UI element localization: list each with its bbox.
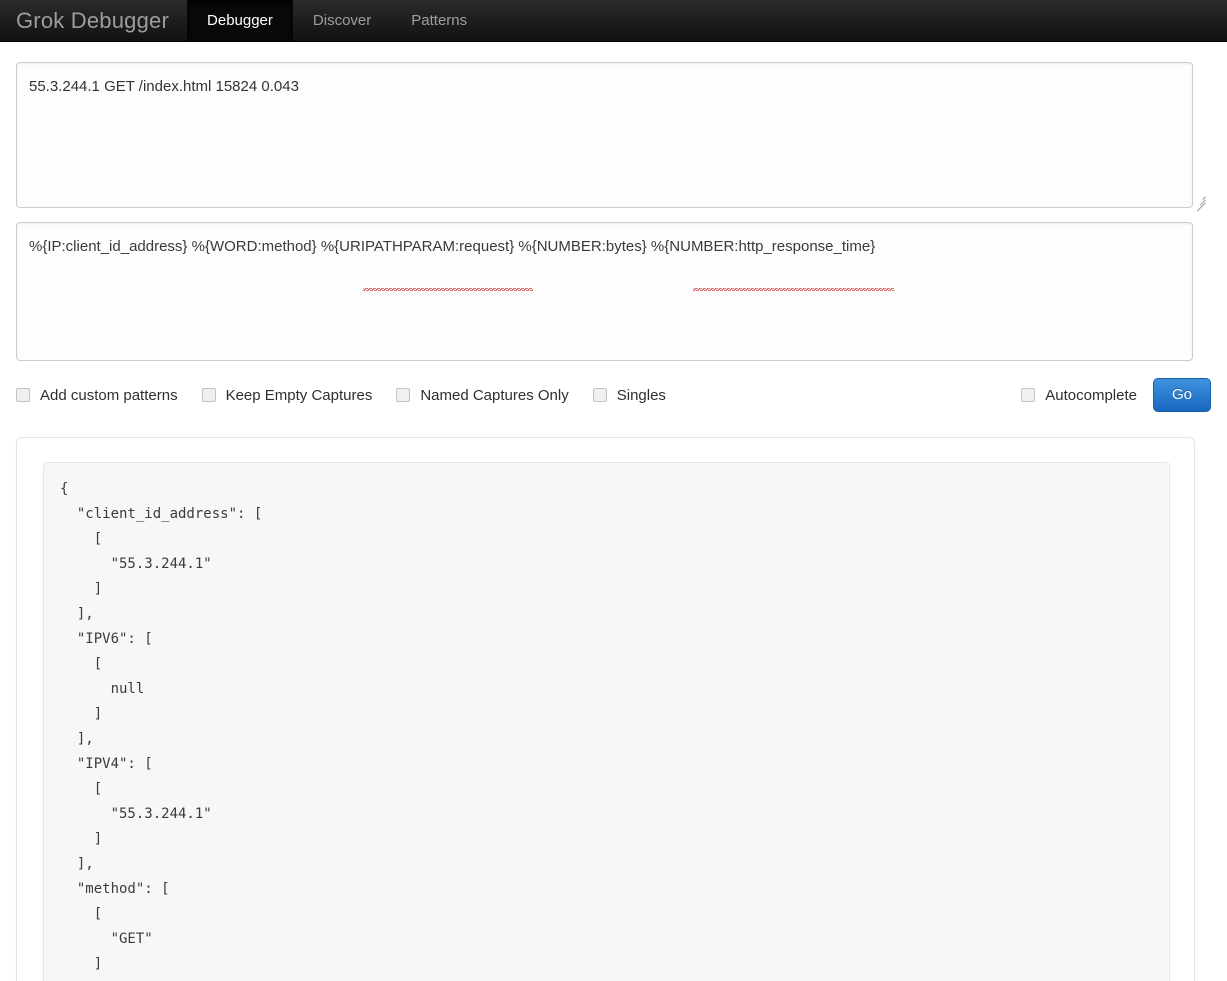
grok-output-json: { "client_id_address": [ [ "55.3.244.1" … [43,462,1170,981]
sample-input-wrapper [16,62,1211,212]
grok-pattern-input[interactable] [16,222,1193,361]
option-label-singles: Singles [616,386,666,404]
option-keep-empty-captures[interactable]: Keep Empty Captures [201,386,373,404]
option-singles[interactable]: Singles [592,386,666,404]
nav-tab-list: Debugger Discover Patterns [187,0,487,41]
option-autocomplete[interactable]: Autocomplete [1021,387,1137,404]
checkbox-keep-empty-captures[interactable] [201,388,216,402]
option-label-named-captures-only: Named Captures Only [420,386,569,404]
checkbox-named-captures-only[interactable] [396,388,411,402]
top-navbar: Grok Debugger Debugger Discover Patterns [0,0,1227,42]
options-row: Add custom patterns Keep Empty Captures … [16,375,1211,415]
option-label-autocomplete: Autocomplete [1045,386,1137,404]
option-add-custom-patterns[interactable]: Add custom patterns [16,387,178,404]
option-label-add-custom-patterns: Add custom patterns [40,386,178,404]
go-button[interactable]: Go [1152,377,1211,413]
resize-grip-icon[interactable] [1194,191,1208,212]
tab-discover[interactable]: Discover [293,0,391,41]
checkbox-add-custom-patterns[interactable] [16,388,30,402]
sample-log-input[interactable] [16,62,1193,208]
tab-debugger[interactable]: Debugger [187,0,293,41]
output-panel: { "client_id_address": [ [ "55.3.244.1" … [16,437,1195,981]
pattern-input-wrapper: %{IP:client_id_address} %{WORD:method} %… [16,222,1211,361]
main-content: %{IP:client_id_address} %{WORD:method} %… [0,62,1227,415]
option-label-keep-empty-captures: Keep Empty Captures [225,386,373,404]
checkbox-singles[interactable] [592,388,607,402]
tab-patterns[interactable]: Patterns [391,0,487,41]
app-brand[interactable]: Grok Debugger [0,0,187,41]
checkbox-autocomplete[interactable] [1021,388,1036,402]
option-named-captures-only[interactable]: Named Captures Only [396,386,569,404]
